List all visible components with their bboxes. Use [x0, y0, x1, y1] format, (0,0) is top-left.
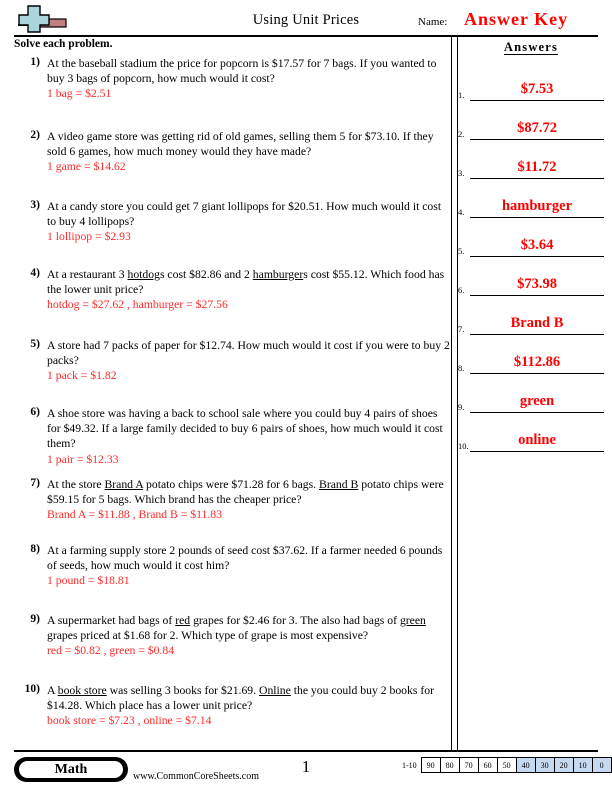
- answer-value: $3.64: [520, 237, 554, 253]
- score-range-label: 1-10: [402, 760, 417, 770]
- answer-number: 4.: [458, 207, 465, 217]
- problem-work-answer: book store = $7.23 , online = $7.14: [47, 714, 212, 728]
- problem-item: 3) At a candy store you could get 7 giant…: [14, 199, 450, 245]
- score-cell[interactable]: 0: [592, 758, 611, 772]
- header-divider: [14, 35, 598, 37]
- problem-question: A supermarket had bags of red grapes for…: [47, 614, 426, 643]
- problem-question: A shoe store was having a back to school…: [47, 407, 443, 451]
- name-label: Name:: [418, 16, 448, 28]
- answer-number: 7.: [458, 324, 465, 334]
- answers-heading: Answers: [458, 40, 604, 55]
- answer-number: 3.: [458, 168, 465, 178]
- answer-value: $112.86: [513, 354, 561, 370]
- answer-row: 1. $7.53: [458, 62, 604, 101]
- problem-question: At a farming supply store 2 pounds of se…: [47, 544, 443, 573]
- problem-work-answer: 1 pound = $18.81: [47, 574, 130, 588]
- problem-item: 5) A store had 7 packs of paper for $12.7…: [14, 338, 450, 384]
- problem-item: 7) At the store Brand A potato chips were…: [14, 477, 450, 523]
- answer-number: 9.: [458, 402, 465, 412]
- problem-number: 10): [24, 683, 40, 695]
- answer-row: 7. Brand B: [458, 296, 604, 335]
- answer-value: online: [518, 432, 556, 448]
- problem-question: At a candy store you could get 7 giant l…: [47, 200, 442, 229]
- problem-item: 6) A shoe store was having a back to scho…: [14, 406, 450, 467]
- answer-row: 5. $3.64: [458, 218, 604, 257]
- score-cell[interactable]: 50: [497, 758, 517, 772]
- problem-item: 9) A supermarket had bags of red grapes f…: [14, 613, 450, 659]
- problem-number: 1): [30, 56, 40, 68]
- score-cell[interactable]: 40: [516, 758, 536, 772]
- score-grid-wrapper: 1-10 90 80 70 60 50 40 30 20 10 0: [402, 757, 612, 773]
- problem-number: 7): [30, 477, 40, 489]
- answer-number: 1.: [458, 90, 465, 100]
- problem-work-answer: 1 pair = $12.33: [47, 452, 119, 466]
- score-grid: 90 80 70 60 50 40 30 20 10 0: [420, 757, 612, 773]
- problem-question: At the baseball stadium the price for po…: [47, 57, 437, 86]
- answer-number: 8.: [458, 363, 465, 373]
- score-cell[interactable]: 70: [459, 758, 479, 772]
- answer-value: Brand B: [510, 315, 564, 331]
- answer-number: 2.: [458, 129, 465, 139]
- footer-divider: [14, 750, 598, 752]
- answer-key-label: Answer Key: [464, 9, 569, 29]
- answer-row: 10. online: [458, 413, 604, 452]
- problem-item: 8) At a farming supply store 2 pounds of …: [14, 543, 450, 589]
- problem-work-answer: 1 game = $14.62: [47, 160, 126, 174]
- answer-row: 3. $11.72: [458, 140, 604, 179]
- problem-work-answer: 1 lollipop = $2.93: [47, 230, 131, 244]
- answer-number: 6.: [458, 285, 465, 295]
- problem-number: 6): [30, 406, 40, 418]
- problem-work-answer: Brand A = $11.88 , Brand B = $11.83: [47, 508, 222, 522]
- score-cell[interactable]: 90: [421, 758, 441, 772]
- answer-number: 5.: [458, 246, 465, 256]
- answer-row: 9. green: [458, 374, 604, 413]
- score-cell[interactable]: 10: [573, 758, 593, 772]
- answer-value: hamburger: [501, 198, 573, 214]
- instruction-text: Solve each problem.: [14, 38, 113, 50]
- problem-work-answer: red = $0.82 , green = $0.84: [47, 644, 175, 658]
- answer-row: 2. $87.72: [458, 101, 604, 140]
- answer-row: 4. hamburger: [458, 179, 604, 218]
- score-cell[interactable]: 80: [440, 758, 460, 772]
- answers-heading-text: Answers: [503, 40, 559, 55]
- problem-item: 4) At a restaurant 3 hotdogs cost $82.86 …: [14, 267, 450, 313]
- answer-value: $87.72: [517, 120, 557, 136]
- problem-item: 2) A video game store was getting rid of …: [14, 129, 450, 175]
- column-divider: [451, 36, 458, 750]
- score-cell[interactable]: 60: [478, 758, 498, 772]
- problem-item: 10) A book store was selling 3 books for …: [14, 683, 450, 729]
- problem-work-answer: 1 bag = $2.51: [47, 87, 112, 101]
- answer-value: $11.72: [517, 159, 557, 175]
- problem-number: 2): [30, 129, 40, 141]
- problem-question: At a restaurant 3 hotdogs cost $82.86 an…: [47, 268, 445, 297]
- problem-question: A book store was selling 3 books for $21…: [47, 684, 434, 713]
- page-header: Using Unit Prices Name: Answer Key: [0, 0, 612, 36]
- problem-work-answer: hotdog = $27.62 , hamburger = $27.56: [47, 298, 228, 312]
- score-cell[interactable]: 30: [535, 758, 555, 772]
- score-cell[interactable]: 20: [554, 758, 574, 772]
- problem-number: 8): [30, 543, 40, 555]
- problem-number: 9): [30, 613, 40, 625]
- problem-number: 5): [30, 338, 40, 350]
- problem-number: 4): [30, 267, 40, 279]
- answer-value: $7.53: [520, 81, 554, 97]
- answer-value: green: [519, 393, 555, 409]
- problem-question: A video game store was getting rid of ol…: [47, 130, 434, 159]
- answer-number: 10.: [458, 441, 469, 451]
- problem-question: A store had 7 packs of paper for $12.74.…: [47, 339, 450, 368]
- problem-question: At the store Brand A potato chips were $…: [47, 478, 444, 507]
- problem-work-answer: 1 pack = $1.82: [47, 369, 117, 383]
- answer-row: 6. $73.98: [458, 257, 604, 296]
- problem-number: 3): [30, 199, 40, 211]
- problem-item: 1) At the baseball stadium the price for …: [14, 56, 450, 102]
- worksheet-page: Using Unit Prices Name: Answer Key Solve…: [0, 0, 612, 792]
- answer-row: 8. $112.86: [458, 335, 604, 374]
- answer-value: $73.98: [517, 276, 557, 292]
